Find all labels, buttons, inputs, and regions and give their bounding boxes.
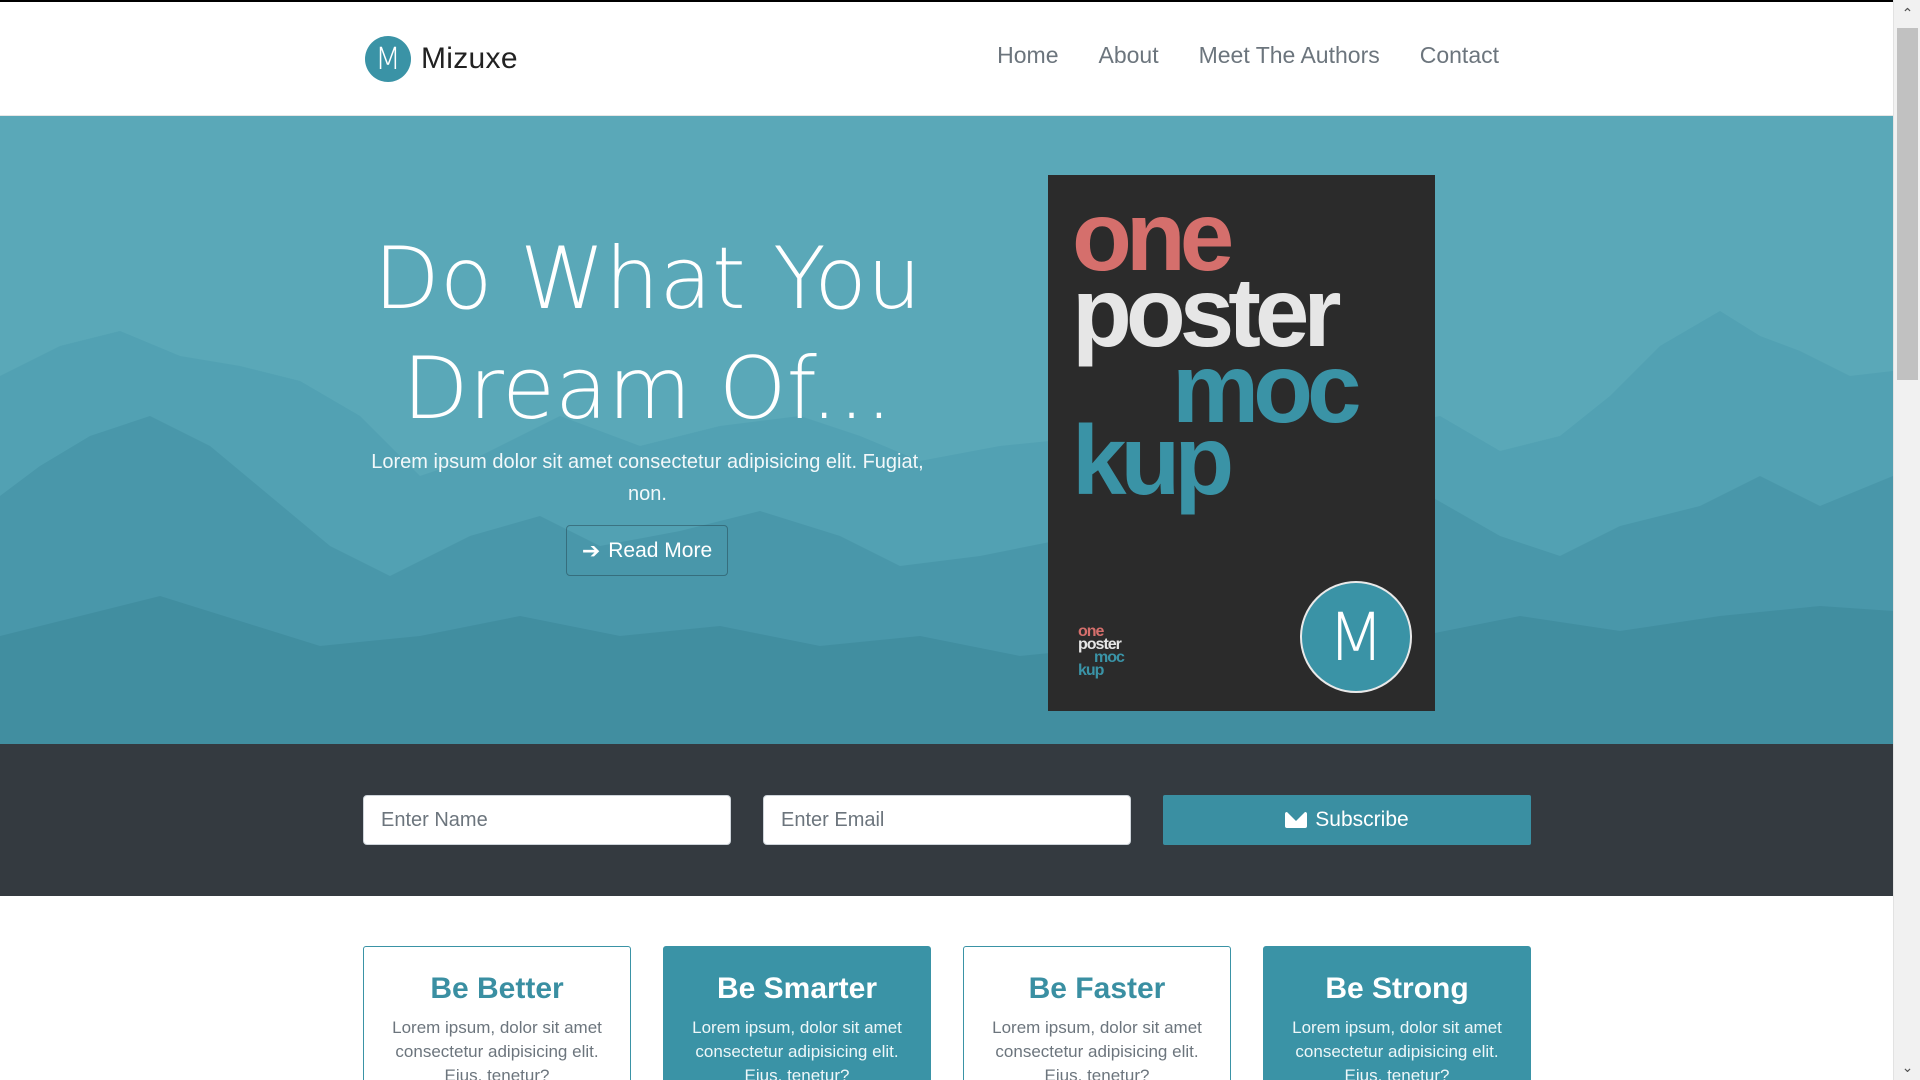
feature-card-text: Lorem ipsum, dolor sit amet consectetur … xyxy=(992,1018,1202,1080)
hero-section: Do What You Dream Of... Lorem ipsum dolo… xyxy=(0,116,1893,744)
nav-link-meet-the-authors[interactable]: Meet The Authors xyxy=(1199,42,1380,69)
read-more-label: Read More xyxy=(608,538,713,562)
subscribe-label: Subscribe xyxy=(1315,808,1409,831)
poster-small-logo: one poster moc kup xyxy=(1078,624,1125,679)
brand-logo-icon: M xyxy=(365,36,411,82)
vertical-scrollbar[interactable]: ⌃ ⌄ xyxy=(1893,0,1920,1080)
feature-card-text: Lorem ipsum, dolor sit amet consectetur … xyxy=(392,1018,602,1080)
brand-name: Mizuxe xyxy=(421,42,518,75)
poster-word-kup: kup xyxy=(1072,405,1234,515)
arrow-right-icon: ➔ xyxy=(581,537,601,563)
subscribe-button[interactable]: Subscribe xyxy=(1163,795,1531,845)
feature-card-be-strong: Be Strong Lorem ipsum, dolor sit amet co… xyxy=(1263,946,1531,1080)
feature-card-title: Be Strong xyxy=(1325,972,1469,1005)
envelope-icon xyxy=(1285,812,1308,828)
feature-card-title: Be Faster xyxy=(1028,972,1166,1005)
scrollbar-thumb[interactable] xyxy=(1897,28,1918,380)
feature-card-be-faster: Be Faster Lorem ipsum, dolor sit amet co… xyxy=(963,946,1231,1080)
poster-mockup-image: one poster moc kup one poster moc kup M xyxy=(1048,175,1435,711)
browser-viewport: M Mizuxe Home About Meet The Authors Con… xyxy=(0,0,1920,1080)
feature-card-text: Lorem ipsum, dolor sit amet consectetur … xyxy=(1292,1018,1502,1080)
read-more-button[interactable]: ➔ Read More xyxy=(566,525,728,576)
chevron-up-icon[interactable]: ⌃ xyxy=(1894,0,1920,26)
brand-link[interactable]: M Mizuxe xyxy=(365,36,518,82)
features-section: Be Better Lorem ipsum, dolor sit amet co… xyxy=(0,896,1893,1080)
feature-card-title: Be Smarter xyxy=(716,972,878,1005)
hero-title-line-1: Do What You xyxy=(373,229,922,329)
feature-card-text: Lorem ipsum, dolor sit amet consectetur … xyxy=(692,1018,902,1080)
nav-link-home[interactable]: Home xyxy=(997,42,1058,69)
email-input[interactable] xyxy=(763,795,1131,845)
nav-links: Home About Meet The Authors Contact xyxy=(997,42,1499,69)
hero-text: Lorem ipsum dolor sit amet consectetur a… xyxy=(371,451,924,505)
name-input[interactable] xyxy=(363,795,731,845)
nav-link-contact[interactable]: Contact xyxy=(1420,42,1499,69)
subscribe-section: Subscribe xyxy=(0,744,1893,896)
nav-link-about[interactable]: About xyxy=(1099,42,1159,69)
feature-card-be-smarter: Be Smarter Lorem ipsum, dolor sit amet c… xyxy=(663,946,931,1080)
feature-card-be-better: Be Better Lorem ipsum, dolor sit amet co… xyxy=(363,946,631,1080)
hero-title-line-2: Dream Of... xyxy=(402,339,893,439)
page-content: M Mizuxe Home About Meet The Authors Con… xyxy=(0,0,1893,1080)
poster-badge-logo-icon: M xyxy=(1300,581,1412,693)
hero-title: Do What You Dream Of... xyxy=(340,224,955,444)
navbar: M Mizuxe Home About Meet The Authors Con… xyxy=(0,2,1893,116)
chevron-down-icon[interactable]: ⌄ xyxy=(1894,1054,1920,1080)
feature-card-title: Be Better xyxy=(430,972,564,1005)
